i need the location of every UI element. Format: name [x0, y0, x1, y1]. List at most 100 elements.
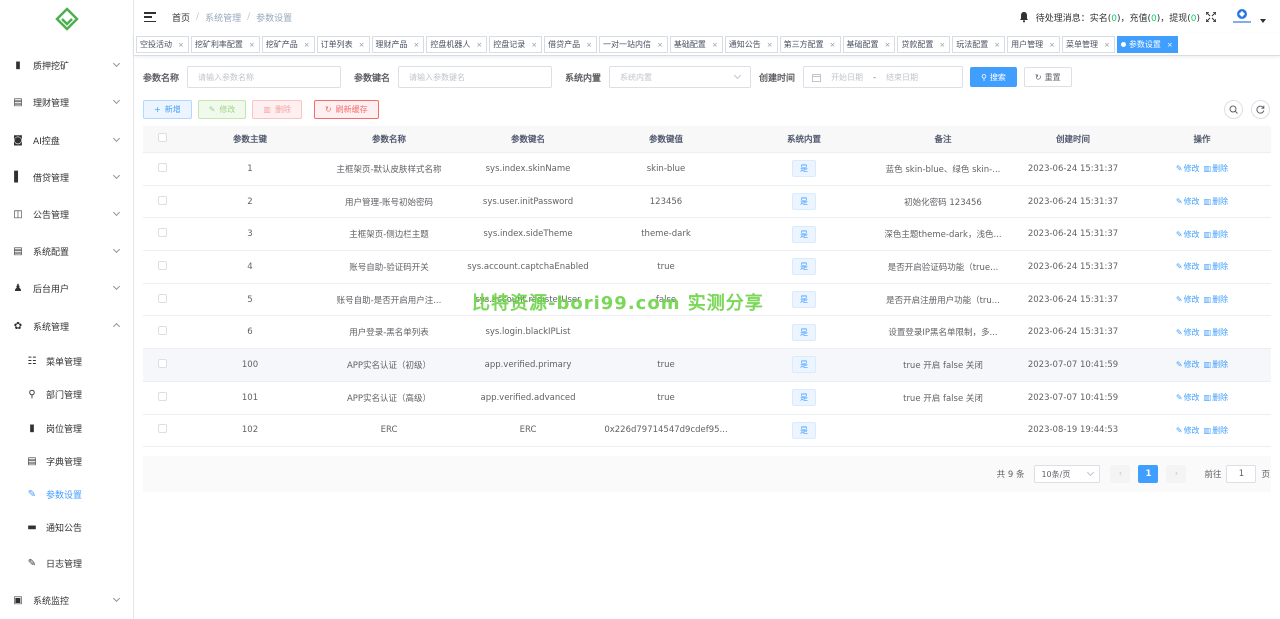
tag-tab[interactable]: 一对一站内信 ×: [599, 36, 668, 53]
close-icon[interactable]: ×: [830, 41, 836, 49]
fullscreen-icon[interactable]: [1206, 12, 1216, 22]
close-icon[interactable]: ×: [1167, 41, 1173, 49]
tag-tab[interactable]: 基础配置 ×: [669, 36, 723, 53]
param-key-input[interactable]: 请输入参数键名: [398, 66, 553, 88]
sidebar-item[interactable]: ▣ 系统监控: [0, 584, 133, 616]
row-checkbox[interactable]: [157, 162, 167, 172]
close-icon[interactable]: ×: [657, 41, 663, 49]
row-delete-button[interactable]: ▥ 删除: [1204, 392, 1229, 403]
tag-tab[interactable]: 参数设置 ×: [1116, 36, 1178, 53]
row-delete-button[interactable]: ▥ 删除: [1204, 294, 1229, 305]
row-delete-button[interactable]: ▥ 删除: [1204, 359, 1229, 370]
delete-button[interactable]: ▥ 删除: [252, 100, 302, 119]
edit-button[interactable]: ✎ 修改: [197, 100, 247, 119]
sidebar-item[interactable]: ▌ 借贷管理: [0, 161, 133, 193]
param-name-input[interactable]: 请输入参数名称: [187, 66, 342, 88]
row-checkbox[interactable]: [157, 228, 167, 238]
row-checkbox[interactable]: [157, 326, 167, 336]
row-edit-button[interactable]: ✎ 修改: [1176, 261, 1200, 272]
table-row[interactable]: 3 主框架页-侧边栏主题 sys.index.sideTheme theme-dark…: [143, 218, 1271, 252]
search-button[interactable]: ⚲ 搜索: [970, 67, 1017, 87]
close-icon[interactable]: ×: [994, 41, 1000, 49]
close-icon[interactable]: ×: [1104, 41, 1110, 49]
close-icon[interactable]: ×: [1049, 41, 1055, 49]
row-delete-button[interactable]: ▥ 删除: [1204, 327, 1229, 338]
sidebar-item[interactable]: ♟ 后台用户: [0, 272, 133, 304]
close-icon[interactable]: ×: [885, 41, 891, 49]
row-edit-button[interactable]: ✎ 修改: [1176, 425, 1200, 436]
close-icon[interactable]: ×: [359, 41, 365, 49]
tag-tab[interactable]: 基础配置 ×: [842, 36, 896, 53]
toggle-search-button[interactable]: [1224, 100, 1243, 119]
breadcrumb-home[interactable]: 首页: [172, 11, 190, 24]
tag-tab[interactable]: 挖矿产品 ×: [261, 36, 315, 53]
app-logo[interactable]: [0, 0, 133, 38]
sidebar-item[interactable]: ✿ 系统管理: [0, 310, 133, 342]
row-edit-button[interactable]: ✎ 修改: [1176, 229, 1200, 240]
prev-page-button[interactable]: ‹: [1110, 465, 1131, 483]
tag-tab[interactable]: 挖矿利率配置 ×: [190, 36, 260, 53]
bell-icon[interactable]: [1018, 11, 1030, 23]
submenu-item[interactable]: ☷ 菜单管理: [0, 345, 133, 377]
table-row[interactable]: 4 账号自助-验证码开关 sys.account.captchaEnabled tru…: [143, 251, 1271, 284]
table-row[interactable]: 2 用户管理-账号初始密码 sys.user.initPassword 123456 是…: [143, 185, 1271, 219]
tag-tab[interactable]: 借贷产品 ×: [544, 36, 597, 53]
row-edit-button[interactable]: ✎ 修改: [1176, 327, 1200, 338]
date-range-picker[interactable]: 开始日期 - 结束日期: [803, 66, 964, 88]
tag-tab[interactable]: 控盘机器人 ×: [426, 36, 488, 53]
row-checkbox[interactable]: [157, 391, 167, 401]
tag-tab[interactable]: 空投活动 ×: [136, 36, 189, 53]
close-icon[interactable]: ×: [178, 41, 184, 49]
close-icon[interactable]: ×: [767, 41, 773, 49]
add-button[interactable]: + 新增: [143, 100, 192, 119]
table-row[interactable]: 102 ERC ERC 0x226d79714547d9cdef95... 是 2023-…: [143, 414, 1271, 448]
sidebar-item[interactable]: ▤ 系统配置: [0, 235, 133, 267]
table-row[interactable]: 100 APP实名认证（初级） app.verified.primary true 是 t…: [143, 349, 1271, 382]
refresh-table-button[interactable]: [1251, 100, 1270, 119]
next-page-button[interactable]: ›: [1166, 465, 1187, 483]
page-number-active[interactable]: 1: [1138, 465, 1159, 483]
submenu-item[interactable]: ⚲ 部门管理: [0, 378, 133, 410]
close-icon[interactable]: ×: [304, 41, 310, 49]
submenu-item[interactable]: ✎ 参数设置: [0, 478, 133, 510]
avatar[interactable]: [1230, 7, 1254, 27]
row-delete-button[interactable]: ▥ 删除: [1204, 425, 1229, 436]
close-icon[interactable]: ×: [531, 41, 537, 49]
close-icon[interactable]: ×: [939, 41, 945, 49]
tag-tab[interactable]: 第三方配置 ×: [779, 36, 841, 53]
hamburger-icon[interactable]: [144, 12, 156, 22]
row-edit-button[interactable]: ✎ 修改: [1176, 196, 1200, 207]
row-delete-button[interactable]: ▥ 删除: [1204, 163, 1229, 174]
close-icon[interactable]: ×: [414, 41, 420, 49]
pending-notice[interactable]: 待处理消息：实名(0)，充值(0)，提现(0): [1036, 11, 1200, 24]
close-icon[interactable]: ×: [476, 41, 482, 49]
goto-page-input[interactable]: 1: [1226, 465, 1257, 483]
sidebar-item[interactable]: ◙ AI控盘: [0, 124, 133, 156]
page-size-select[interactable]: 10条/页: [1034, 465, 1101, 483]
avatar-caret-icon[interactable]: [1260, 19, 1266, 23]
submenu-item[interactable]: ▬ 通知公告: [0, 511, 133, 543]
close-icon[interactable]: ×: [712, 41, 718, 49]
row-edit-button[interactable]: ✎ 修改: [1176, 359, 1200, 370]
close-icon[interactable]: ×: [586, 41, 592, 49]
reset-button[interactable]: ↻ 重置: [1023, 67, 1072, 87]
tag-tab[interactable]: 玩法配置 ×: [952, 36, 1006, 53]
table-row[interactable]: 1 主框架页-默认皮肤样式名称 sys.index.skinName skin-blu…: [143, 153, 1271, 186]
tag-tab[interactable]: 贷款配置 ×: [897, 36, 951, 53]
row-checkbox[interactable]: [157, 195, 167, 205]
row-delete-button[interactable]: ▥ 删除: [1204, 229, 1229, 240]
select-all-checkbox[interactable]: [157, 133, 167, 142]
table-row[interactable]: 101 APP实名认证（高级） app.verified.advanced true 是…: [143, 381, 1271, 415]
sidebar-item[interactable]: ▮ 质押挖矿: [0, 49, 133, 81]
row-checkbox[interactable]: [157, 293, 167, 303]
tag-tab[interactable]: 理财产品 ×: [371, 36, 425, 53]
submenu-item[interactable]: ✎ 日志管理: [0, 547, 133, 579]
tag-tab[interactable]: 通知公告 ×: [724, 36, 778, 53]
sidebar-item[interactable]: ◫ 公告管理: [0, 198, 133, 230]
close-icon[interactable]: ×: [249, 41, 255, 49]
table-row[interactable]: 6 用户登录-黑名单列表 sys.login.blackIPList 是 设置登录IP黑…: [143, 316, 1271, 350]
tag-tab[interactable]: 菜单管理 ×: [1062, 36, 1115, 53]
sidebar-item[interactable]: ▤ 理财管理: [0, 86, 133, 118]
tag-tab[interactable]: 控盘记录 ×: [489, 36, 543, 53]
row-checkbox[interactable]: [157, 424, 167, 434]
